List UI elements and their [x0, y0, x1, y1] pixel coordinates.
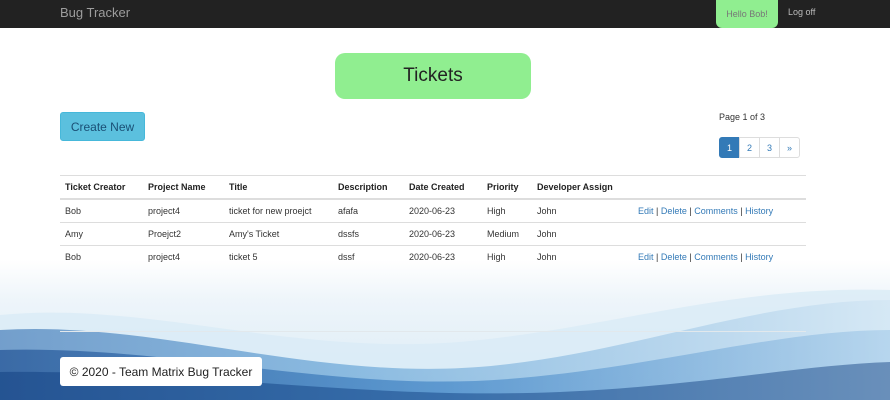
action-separator: | [689, 252, 692, 262]
cell-creator: Bob [60, 245, 143, 268]
cell-actions [633, 222, 806, 246]
delete-link[interactable]: Delete [661, 206, 687, 216]
action-separator: | [656, 206, 659, 216]
table-row: Amy Proejct2 Amy's Ticket dssfs 2020-06-… [60, 222, 806, 246]
cell-priority: High [482, 245, 532, 268]
brand-link[interactable]: Bug Tracker [60, 5, 130, 20]
action-separator: | [656, 252, 659, 262]
cell-priority: Medium [482, 222, 532, 246]
table-row: Bob project4 ticket 5 dssf 2020-06-23 Hi… [60, 245, 806, 268]
edit-link[interactable]: Edit [638, 206, 654, 216]
table-row: Bob project4 ticket for new proejct afaf… [60, 198, 806, 223]
cell-creator: Bob [60, 198, 143, 223]
next-page-button[interactable]: » [779, 137, 800, 158]
edit-link[interactable]: Edit [638, 252, 654, 262]
cell-title: ticket for new proejct [224, 198, 333, 223]
action-separator: | [740, 206, 743, 216]
action-separator: | [689, 206, 692, 216]
footer-copyright: © 2020 - Team Matrix Bug Tracker [60, 357, 262, 386]
history-link[interactable]: History [745, 252, 773, 262]
cell-actions: Edit | Delete | Comments | History [633, 198, 806, 223]
cell-actions: Edit | Delete | Comments | History [633, 245, 806, 268]
page-info: Page 1 of 3 [719, 112, 766, 122]
top-navbar: Bug Tracker Hello Bob! Log off [0, 0, 890, 28]
cell-project: project4 [143, 198, 224, 223]
action-separator: | [740, 252, 743, 262]
cell-creator: Amy [60, 222, 143, 246]
page-2-button[interactable]: 2 [739, 137, 760, 158]
footer-divider [60, 331, 806, 332]
tickets-table: Ticket Creator Project Name Title Descri… [60, 175, 806, 268]
cell-project: project4 [143, 245, 224, 268]
column-header-ticket-creator: Ticket Creator [60, 175, 143, 200]
cell-date: 2020-06-23 [404, 198, 482, 223]
column-header-priority: Priority [482, 175, 532, 200]
create-new-button[interactable]: Create New [60, 112, 145, 141]
cell-project: Proejct2 [143, 222, 224, 246]
comments-link[interactable]: Comments [694, 206, 738, 216]
cell-title: Amy's Ticket [224, 222, 333, 246]
delete-link[interactable]: Delete [661, 252, 687, 262]
cell-date: 2020-06-23 [404, 245, 482, 268]
cell-priority: High [482, 198, 532, 223]
cell-developer: John [532, 222, 633, 246]
cell-developer: John [532, 245, 633, 268]
page-3-button[interactable]: 3 [759, 137, 780, 158]
user-greeting-link[interactable]: Hello Bob! [716, 0, 778, 28]
history-link[interactable]: History [745, 206, 773, 216]
pagination: 1 2 3 » [719, 137, 800, 158]
logoff-link[interactable]: Log off [788, 7, 815, 17]
cell-description: afafa [333, 198, 404, 223]
page-1-button[interactable]: 1 [719, 137, 740, 158]
column-header-project-name: Project Name [143, 175, 224, 200]
column-header-description: Description [333, 175, 404, 200]
column-header-date-created: Date Created [404, 175, 482, 200]
cell-title: ticket 5 [224, 245, 333, 268]
cell-developer: John [532, 198, 633, 223]
column-header-developer-assign: Developer Assign [532, 175, 633, 200]
column-header-actions [633, 175, 806, 200]
cell-date: 2020-06-23 [404, 222, 482, 246]
cell-description: dssf [333, 245, 404, 268]
page-title: Tickets [335, 53, 531, 99]
table-header-row: Ticket Creator Project Name Title Descri… [60, 175, 806, 200]
comments-link[interactable]: Comments [694, 252, 738, 262]
cell-description: dssfs [333, 222, 404, 246]
column-header-title: Title [224, 175, 333, 200]
